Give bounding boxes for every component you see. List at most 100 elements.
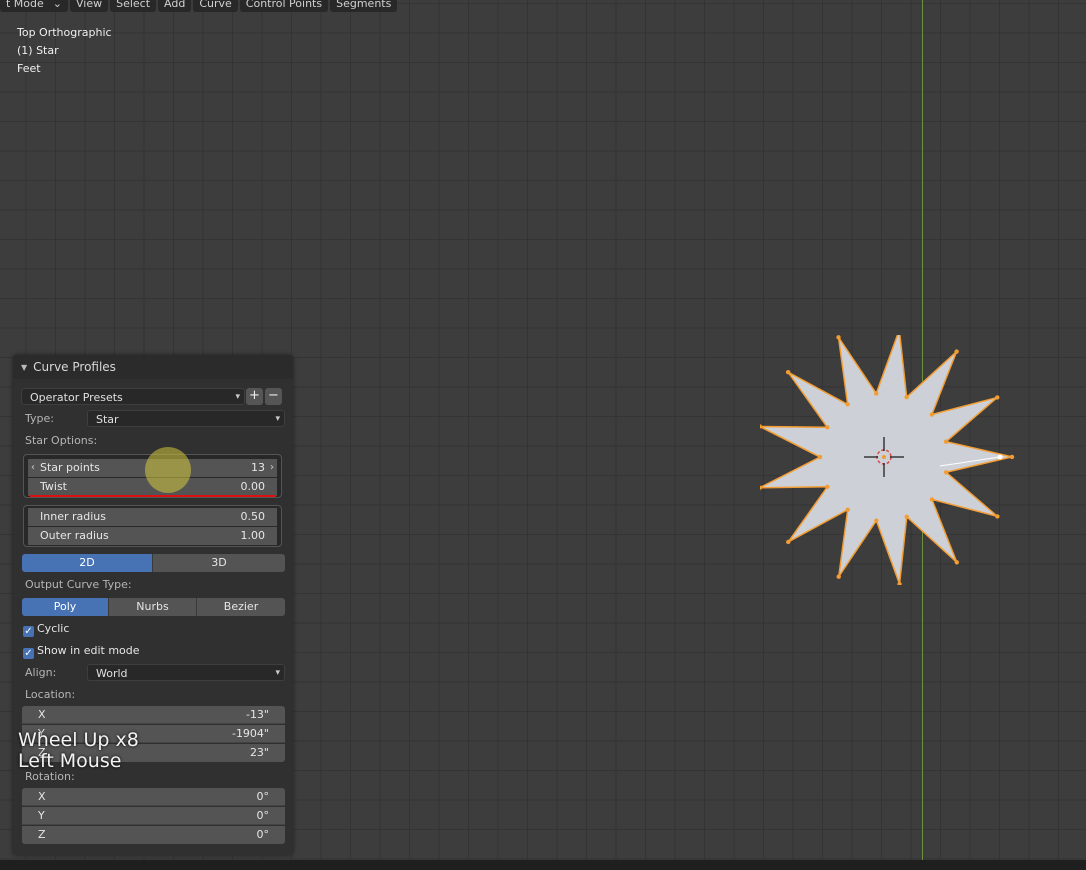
screencast-keys-overlay: Wheel Up x8 Left Mouse [18,730,139,772]
star-vertex[interactable] [836,335,841,340]
star-vertex[interactable] [825,425,830,430]
align-label: Align: [25,666,57,679]
header-menubar: t Mode ⌄ View Select Add Curve Control Po… [0,0,398,12]
outer-radius-value: 1.00 [240,529,266,542]
menu-control-points[interactable]: Control Points [239,0,329,12]
twist-label: Twist [40,480,67,493]
inner-radius-label: Inner radius [40,510,106,523]
type-dropdown[interactable]: Star ▾ [87,410,285,427]
menu-view[interactable]: View [70,0,109,12]
star-vertex[interactable] [929,412,935,417]
dimension-2d-button[interactable]: 2D [22,554,153,572]
menu-segments[interactable]: Segments [330,0,398,12]
output-bezier-button[interactable]: Bezier [197,598,285,616]
star-vertex[interactable] [897,581,902,585]
chevron-down-icon: ▾ [275,414,280,424]
menu-add[interactable]: Add [158,0,192,12]
axis-label: X [38,790,46,803]
star-vertex[interactable] [825,484,830,489]
chevron-down-icon: ▾ [275,668,280,678]
star-vertex[interactable] [874,518,879,523]
inner-radius-field[interactable]: Inner radius 0.50 [28,508,277,526]
rotation-x-field[interactable]: X 0° [22,788,285,806]
panel-header[interactable]: ▼ Curve Profiles [13,355,293,379]
star-shape[interactable] [760,335,1013,585]
location-y-value: -1904" [231,727,269,740]
star-vertex[interactable] [904,394,909,400]
active-vertex[interactable] [997,454,1003,460]
screencast-line-2: Left Mouse [18,750,122,772]
output-curve-type-label: Output Curve Type: [25,578,132,591]
location-x-field[interactable]: X -13" [22,706,285,724]
star-vertex[interactable] [785,369,791,375]
menu-select[interactable]: Select [110,0,157,12]
view-name: Top Orthographic [17,26,112,39]
location-x-value: -13" [245,708,269,721]
star-vertex[interactable] [1009,454,1015,460]
output-nurbs-button[interactable]: Nurbs [109,598,197,616]
axis-label: Y [38,809,45,822]
increment-arrow-icon[interactable]: › [270,459,274,477]
checkmark-icon: ✓ [23,648,34,659]
star-vertex[interactable] [786,539,791,545]
star-vertex[interactable] [904,514,909,520]
output-poly-button[interactable]: Poly [22,598,109,616]
star-vertex[interactable] [954,560,959,565]
outer-radius-field[interactable]: Outer radius 1.00 [28,527,277,545]
annotation-underline [30,495,276,497]
cyclic-label: Cyclic [37,622,70,635]
show-edit-mode-checkbox[interactable]: ✓ Show in edit mode [23,643,140,659]
operator-presets-label: Operator Presets [30,391,123,404]
cyclic-checkbox[interactable]: ✓ Cyclic [23,621,69,637]
star-points-value: 13 [251,461,265,474]
star-points-label: Star points [40,461,100,474]
rotation-z-value: 0° [256,828,270,841]
outer-radius-label: Outer radius [40,529,109,542]
units-label: Feet [17,62,41,75]
align-value: World [96,667,128,680]
star-vertex[interactable] [929,497,935,502]
axis-label: X [38,708,46,721]
rotation-z-field[interactable]: Z 0° [22,826,285,844]
inner-radius-value: 0.50 [240,510,266,523]
show-edit-mode-label: Show in edit mode [37,644,140,657]
align-dropdown[interactable]: World ▾ [87,664,285,681]
decrement-arrow-icon[interactable]: ‹ [31,459,35,477]
mode-selector[interactable]: t Mode ⌄ [0,0,68,12]
location-label: Location: [25,688,76,701]
rotation-y-value: 0° [256,809,270,822]
location-z-value: 23" [249,746,269,759]
screencast-line-1: Wheel Up x8 [18,729,139,751]
remove-preset-button[interactable]: − [265,388,282,405]
twist-value: 0.00 [240,480,266,493]
collapse-triangle-icon[interactable]: ▼ [21,363,27,372]
star-vertex[interactable] [836,574,841,579]
type-value: Star [96,413,119,426]
star-vertex[interactable] [874,391,879,396]
axis-label: Z [38,828,46,841]
star-vertex[interactable] [995,395,1000,400]
star-curve-object[interactable] [760,335,1020,585]
rotation-y-field[interactable]: Y 0° [22,807,285,825]
checkmark-icon: ✓ [23,626,34,637]
object-name: (1) Star [17,44,59,57]
chevron-down-icon: ▾ [235,392,240,402]
menu-curve[interactable]: Curve [193,0,238,12]
star-vertex[interactable] [954,349,959,354]
star-vertex[interactable] [943,439,949,444]
mouse-cursor-highlight [145,447,191,493]
type-label: Type: [25,412,54,425]
dimension-3d-button[interactable]: 3D [153,554,285,572]
star-options-label: Star Options: [25,434,98,447]
star-vertex[interactable] [817,454,823,460]
star-vertex[interactable] [845,402,850,407]
viewport-info-overlay: Top Orthographic (1) Star Feet [17,24,112,78]
operator-presets-dropdown[interactable]: Operator Presets ▾ [21,388,245,405]
star-vertex[interactable] [995,514,1000,519]
status-bar [0,860,1086,870]
star-vertex[interactable] [943,470,949,475]
panel-title: Curve Profiles [33,360,116,374]
add-preset-button[interactable]: + [246,388,263,405]
rotation-x-value: 0° [256,790,270,803]
star-vertex[interactable] [845,507,850,512]
